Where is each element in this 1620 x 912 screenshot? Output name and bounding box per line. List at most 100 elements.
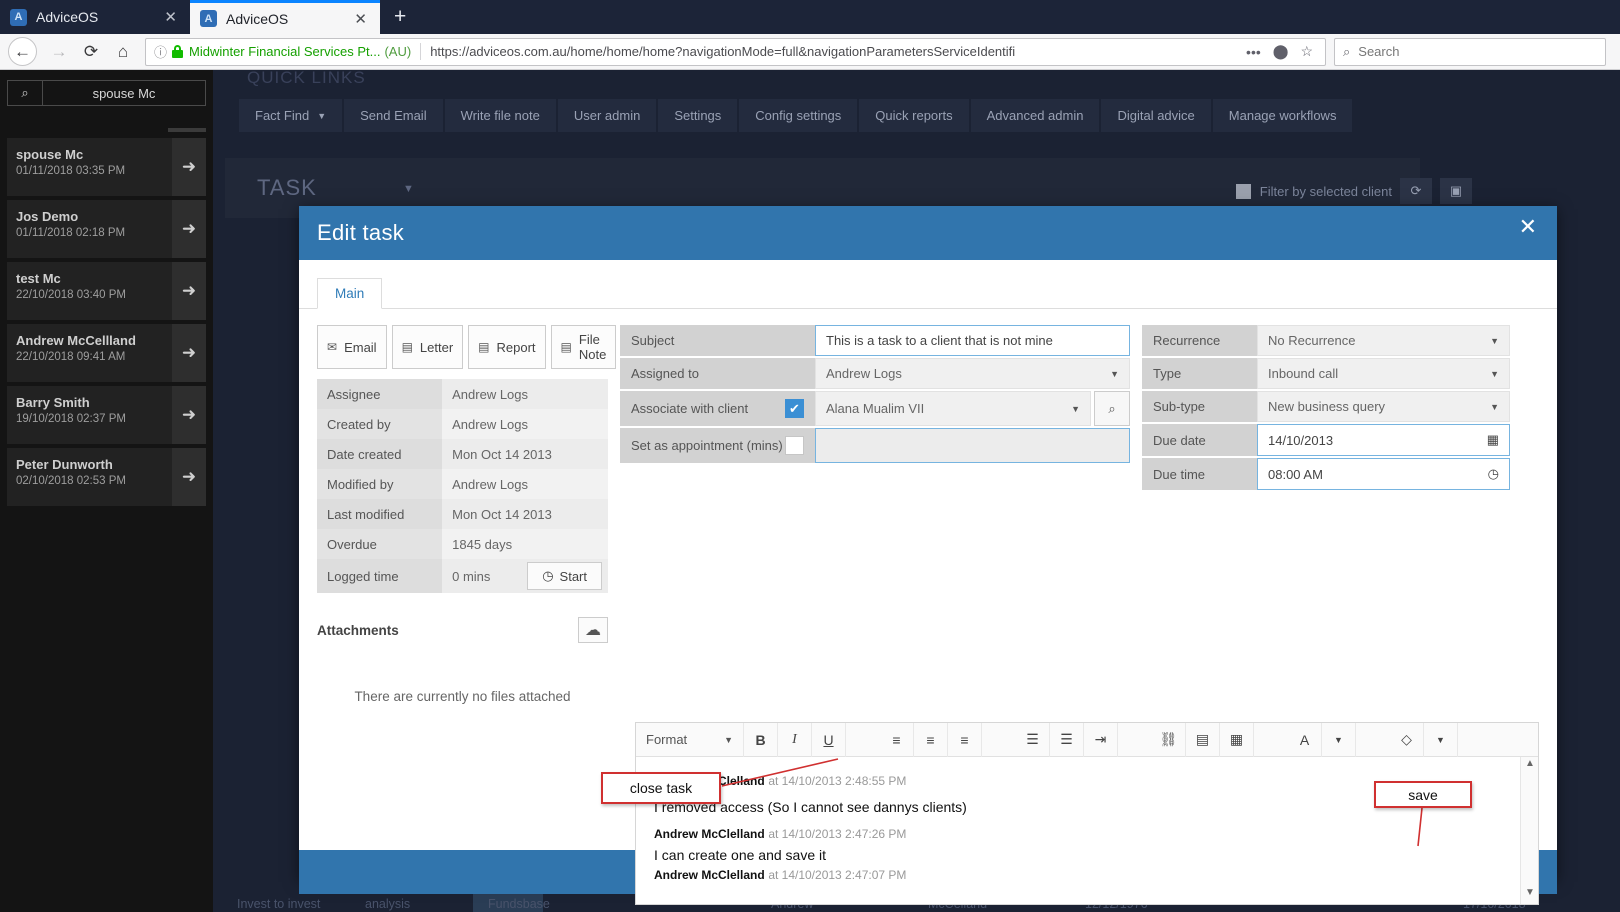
new-tab-button[interactable]: + — [380, 0, 420, 34]
rich-text-editor: Format ▼ B I U ≡ ≡ ≡ ☰ ☰ ⇥ ⛓ ▤ ▦ A ▼ ◇ ▼… — [635, 722, 1539, 905]
due-date-input[interactable]: 14/10/2013 ▦ — [1257, 424, 1510, 456]
tab-main[interactable]: Main — [317, 278, 383, 309]
table-icon[interactable]: ▦ — [1220, 722, 1254, 757]
subject-input[interactable]: This is a task to a client that is not m… — [815, 325, 1130, 356]
client-date: 22/10/2018 03:40 PM — [16, 289, 126, 301]
home-icon[interactable]: ⌂ — [107, 37, 139, 67]
forward-icon[interactable]: → — [43, 37, 75, 67]
arrow-right-icon[interactable]: ➜ — [172, 262, 206, 320]
assigned-to-select[interactable]: Andrew Logs ▼ — [815, 358, 1130, 389]
field-associate-with-client: Associate with client ✔ Alana Mualim VII… — [620, 391, 1130, 426]
editor-toolbar: Format ▼ B I U ≡ ≡ ≡ ☰ ☰ ⇥ ⛓ ▤ ▦ A ▼ ◇ ▼ — [636, 722, 1538, 757]
scroll-up-icon[interactable]: ▲ — [1521, 758, 1538, 774]
align-left-icon[interactable]: ≡ — [880, 722, 914, 757]
arrow-right-icon[interactable]: ➜ — [172, 324, 206, 382]
appointment-minutes-input[interactable] — [815, 428, 1130, 463]
align-right-icon[interactable]: ≡ — [948, 722, 982, 757]
report-button[interactable]: ▤ Report — [468, 325, 546, 369]
editor-content[interactable]: Andrew McClelland at 14/10/2013 2:48:55 … — [636, 757, 1538, 904]
calendar-icon[interactable]: ▦ — [1487, 432, 1499, 448]
email-button[interactable]: ✉ Email — [317, 325, 387, 369]
type-select[interactable]: Inbound call ▼ — [1257, 358, 1510, 389]
bold-icon[interactable]: B — [744, 722, 778, 757]
start-timer-button[interactable]: ◷ Start — [527, 562, 602, 590]
close-icon[interactable]: ✕ — [351, 10, 370, 28]
list-item[interactable]: spouse Mc 01/11/2018 03:35 PM ➜ — [7, 138, 206, 196]
nav-label: Digital advice — [1117, 108, 1195, 123]
client-select[interactable]: Alana Mualim VII ▼ — [815, 391, 1091, 426]
arrow-right-icon[interactable]: ➜ — [172, 138, 206, 196]
file-note-button[interactable]: ▤ File Note — [550, 325, 617, 369]
highlight-color-icon[interactable]: ◇ — [1390, 722, 1424, 757]
scroll-down-icon[interactable]: ▼ — [1521, 887, 1538, 903]
close-icon[interactable]: ✕ — [161, 8, 180, 26]
text-color-icon[interactable]: A — [1288, 722, 1322, 757]
detail-value: Mon Oct 14 2013 — [442, 439, 608, 469]
list-item[interactable]: Barry Smith 19/10/2018 02:37 PM ➜ — [7, 386, 206, 444]
search-icon[interactable]: ⌕ — [1094, 391, 1130, 426]
list-item[interactable]: Jos Demo 01/11/2018 02:18 PM ➜ — [7, 200, 206, 258]
text-color-caret-icon[interactable]: ▼ — [1322, 722, 1356, 757]
sub-type-select[interactable]: New business query ▼ — [1257, 391, 1510, 422]
arrow-right-icon[interactable]: ➜ — [172, 448, 206, 506]
nav-item-quick-reports[interactable]: Quick reports — [859, 99, 969, 132]
page-actions-icon[interactable]: ••• — [1240, 44, 1267, 60]
search-icon[interactable]: ⌕ — [7, 80, 43, 106]
link-icon[interactable]: ⛓ — [1152, 722, 1186, 757]
reload-icon[interactable]: ⟳ — [75, 37, 107, 67]
nav-item-config-settings[interactable]: Config settings — [739, 99, 858, 132]
refresh-icon[interactable]: ⟳ — [1400, 178, 1432, 204]
numbered-list-icon[interactable]: ☰ — [1050, 722, 1084, 757]
nav-item-settings[interactable]: Settings — [658, 99, 738, 132]
url-text[interactable]: https://adviceos.com.au/home/home/home?n… — [430, 44, 1240, 59]
appointment-checkbox[interactable] — [785, 436, 804, 455]
nav-item-fact-find[interactable]: Fact Find ▼ — [239, 99, 343, 132]
close-icon[interactable]: ✕ — [1519, 214, 1537, 240]
browser-navbar: ← → ⟳ ⌂ ⓘ Midwinter Financial Services P… — [0, 34, 1620, 70]
back-icon[interactable]: ← — [8, 37, 37, 66]
bookmark-star-icon[interactable]: ☆ — [1294, 43, 1319, 60]
letter-button[interactable]: ▤ Letter — [391, 325, 464, 369]
clock-icon[interactable]: ◷ — [1488, 466, 1499, 482]
associate-client-checkbox[interactable]: ✔ — [785, 399, 804, 418]
browser-tab-2[interactable]: A AdviceOS ✕ — [190, 0, 380, 34]
client-name: test Mc — [16, 271, 61, 286]
filter-checkbox[interactable] — [1235, 183, 1251, 199]
list-item[interactable]: Andrew McCellland 22/10/2018 09:41 AM ➜ — [7, 324, 206, 382]
due-time-input[interactable]: 08:00 AM ◷ — [1257, 458, 1510, 490]
dialog-body: Main ✉ Email ▤ Letter ▤ Report ▤ File Note A… — [299, 275, 1557, 905]
format-dropdown[interactable]: Format ▼ — [636, 722, 744, 757]
comment-timestamp: at 14/10/2013 2:47:07 PM — [768, 868, 907, 882]
browser-tab-1[interactable]: A AdviceOS ✕ — [0, 0, 190, 34]
image-icon[interactable]: ▤ — [1186, 722, 1220, 757]
info-icon[interactable]: ⓘ — [154, 42, 167, 61]
nav-item-advanced-admin[interactable]: Advanced admin — [970, 99, 1100, 132]
list-item[interactable]: Peter Dunworth 02/10/2018 02:53 PM ➜ — [7, 448, 206, 506]
sidebar-search[interactable]: ⌕ spouse Mc — [0, 70, 213, 106]
upload-cloud-icon[interactable]: ☁ — [578, 617, 608, 643]
sidebar-search-input[interactable]: spouse Mc — [43, 80, 206, 106]
bulleted-list-icon[interactable]: ☰ — [1016, 722, 1050, 757]
nav-item-manage-workflows[interactable]: Manage workflows — [1212, 99, 1353, 132]
recurrence-select[interactable]: No Recurrence ▼ — [1257, 325, 1510, 356]
nav-item-user-admin[interactable]: User admin — [557, 99, 657, 132]
browser-search-bar[interactable]: ⌕ Search — [1334, 37, 1606, 66]
excel-export-icon[interactable]: ▣ — [1440, 178, 1472, 204]
pocket-icon[interactable]: ⬤ — [1267, 43, 1295, 60]
highlight-color-caret-icon[interactable]: ▼ — [1424, 722, 1458, 757]
nav-item-write-file-note[interactable]: Write file note — [444, 99, 556, 132]
arrow-right-icon[interactable]: ➜ — [172, 386, 206, 444]
filter-by-client-control[interactable]: Filter by selected client ⟳ ▣ — [1235, 178, 1472, 204]
editor-scrollbar[interactable]: ▲ ▼ — [1520, 757, 1538, 904]
indent-icon[interactable]: ⇥ — [1084, 722, 1118, 757]
chevron-down-icon[interactable]: ▼ — [403, 183, 414, 195]
url-bar[interactable]: ⓘ Midwinter Financial Services Pt... (AU… — [145, 37, 1326, 66]
arrow-right-icon[interactable]: ➜ — [172, 200, 206, 258]
align-center-icon[interactable]: ≡ — [914, 722, 948, 757]
underline-icon[interactable]: U — [812, 722, 846, 757]
nav-item-digital-advice[interactable]: Digital advice — [1101, 99, 1211, 132]
list-item[interactable]: test Mc 22/10/2018 03:40 PM ➜ — [7, 262, 206, 320]
italic-icon[interactable]: I — [778, 722, 812, 757]
nav-item-send-email[interactable]: Send Email — [344, 99, 443, 132]
detail-value: Andrew Logs — [442, 379, 608, 409]
